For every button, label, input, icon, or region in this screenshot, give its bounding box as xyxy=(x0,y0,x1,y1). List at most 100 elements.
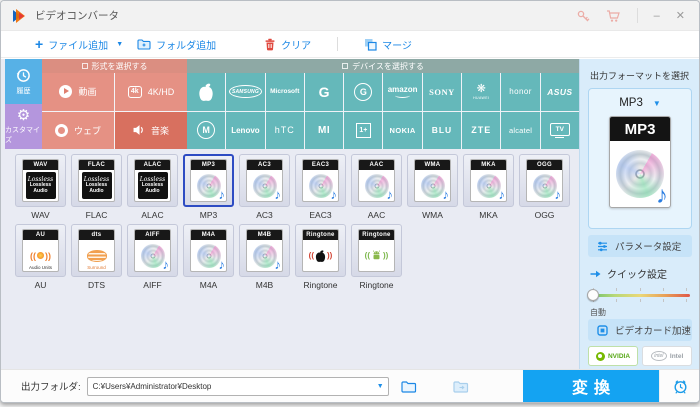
apple-ringtone-icon: (()) xyxy=(308,249,333,262)
format-card-m4a[interactable]: M4A ♪ M4A xyxy=(183,224,234,290)
slider-track[interactable] xyxy=(590,294,690,297)
device-tile-microsoft[interactable]: Microsoft xyxy=(265,73,304,111)
device-tile-nokia[interactable]: NOKIA xyxy=(383,111,422,149)
format-card-label: WAV xyxy=(31,210,50,220)
section-square-icon xyxy=(81,63,88,69)
device-tile-google[interactable]: G xyxy=(304,73,344,111)
gpu-acceleration-button[interactable]: ビデオカード加速 xyxy=(588,319,692,341)
format-card-label: Ringtone xyxy=(359,280,394,290)
nvidia-button[interactable]: NVIDIA xyxy=(588,346,638,366)
device-tile-tv[interactable]: TV xyxy=(540,111,579,149)
path-dropdown-caret-icon[interactable]: ▼ xyxy=(377,383,384,390)
format-card-aiff[interactable]: AIFF ♪ AIFF xyxy=(127,224,178,290)
output-format-dropdown[interactable]: MP3 ▼ MP3 ♪ xyxy=(588,88,692,229)
schedule-button[interactable] xyxy=(659,370,699,402)
gpu-brand-buttons: NVIDIA intel Intel xyxy=(588,346,692,366)
chevron-down-icon[interactable]: ▼ xyxy=(653,99,661,108)
output-folder-label: 出力フォルダ: xyxy=(21,382,81,393)
device-tile-apple[interactable] xyxy=(187,73,226,111)
device-tile-lenovo[interactable]: Lenovo xyxy=(226,111,265,149)
device-grid: SAMSUNG Microsoft G Gamazon SONY ❋ HUAWEI honor… xyxy=(187,73,579,149)
device-tile-alcatel[interactable]: alcatel xyxy=(501,111,540,149)
format-card-mka[interactable]: MKA ♪ MKA xyxy=(463,154,514,220)
tab-music[interactable]: 音楽 xyxy=(115,111,187,149)
format-card-label: WMA xyxy=(422,210,443,220)
format-card-wav[interactable]: WAV Lossless Lossless Audio WAV xyxy=(15,154,66,220)
format-card-ringtone[interactable]: Ringtone(()) Ringtone xyxy=(295,224,346,290)
shop-cart-icon[interactable] xyxy=(606,9,621,23)
music-note-icon: ♪ xyxy=(656,182,668,208)
sony-logo: SONY xyxy=(429,86,455,97)
device-section-header: デバイスを選択する xyxy=(187,59,579,73)
trash-icon xyxy=(265,38,275,50)
browse-folder-icon[interactable] xyxy=(401,380,417,393)
asus-logo: ASUS xyxy=(547,86,573,97)
format-card-mp3[interactable]: MP3 ♪ MP3 xyxy=(183,154,234,220)
output-path-combobox[interactable]: ▼ xyxy=(86,376,389,396)
gpu-chip-icon xyxy=(597,324,608,336)
format-card-ogg[interactable]: OGG ♪ OGG xyxy=(519,154,570,220)
close-button[interactable]: ✕ xyxy=(676,9,685,22)
format-card-label: FLAC xyxy=(85,210,108,220)
convert-button[interactable]: 変換 xyxy=(523,370,659,402)
device-tile-honor[interactable]: honor xyxy=(501,73,540,111)
alcatel-logo: alcatel xyxy=(508,125,533,135)
device-tile-amazon[interactable]: amazon xyxy=(383,73,422,111)
quick-settings-button[interactable]: クイック設定 xyxy=(590,266,667,281)
device-tile-motorola[interactable]: M xyxy=(187,111,226,149)
add-file-button[interactable]: + ファイル追加 xyxy=(35,37,108,52)
device-tile-oneplus[interactable]: 1+ xyxy=(344,111,383,149)
format-card-dts[interactable]: dts Surround DTS xyxy=(71,224,122,290)
add-folder-button[interactable]: フォルダ追加 xyxy=(137,37,216,52)
device-tile-htc[interactable]: hTC xyxy=(265,111,304,149)
device-tile-xiaomi[interactable]: MI xyxy=(304,111,344,149)
sidebar-item-history[interactable]: 履歴 xyxy=(5,59,42,104)
htc-logo: hTC xyxy=(274,125,295,136)
format-card-label: ALAC xyxy=(141,210,164,220)
slider-thumb[interactable] xyxy=(587,289,599,301)
register-key-icon[interactable] xyxy=(576,9,590,23)
format-card-label: M4A xyxy=(199,280,218,290)
device-tile-asus[interactable]: ASUS xyxy=(540,73,579,111)
format-card-row-1: WAV Lossless Lossless Audio WAV FLAC Lossless L… xyxy=(15,154,570,220)
audio-units-icon: (()) xyxy=(30,250,51,261)
honor-logo: honor xyxy=(509,87,532,97)
format-card-wma[interactable]: WMA ♪ WMA xyxy=(407,154,458,220)
intel-button[interactable]: intel Intel xyxy=(642,346,692,366)
format-card-alac[interactable]: ALAC Lossless Lossless Audio ALAC xyxy=(127,154,178,220)
app-window: ビデオコンバータ – ✕ + ファイル追加 ▼ フォルダ追加 クリア マージ 履… xyxy=(0,0,700,403)
device-tile-samsung[interactable]: SAMSUNG xyxy=(226,73,265,111)
open-output-folder-icon[interactable] xyxy=(453,380,469,393)
clear-button[interactable]: クリア xyxy=(264,37,311,52)
format-card-eac3[interactable]: EAC3 ♪ EAC3 xyxy=(295,154,346,220)
minimize-button[interactable]: – xyxy=(654,10,660,22)
device-tile-zte[interactable]: ZTE xyxy=(462,111,501,149)
add-file-dropdown-caret-icon[interactable]: ▼ xyxy=(116,41,123,48)
sidebar-item-customize[interactable]: ⚙ カスタマイズ xyxy=(5,104,42,149)
amazon-smile-icon xyxy=(395,93,411,99)
cd-disc-icon xyxy=(252,173,277,198)
tab-video[interactable]: 動画 xyxy=(42,73,114,111)
play-icon xyxy=(59,85,73,99)
format-card-m4b[interactable]: M4B ♪ M4B xyxy=(239,224,290,290)
device-tile-huawei[interactable]: ❋ HUAWEI xyxy=(462,73,501,111)
device-tile-blu[interactable]: BLU xyxy=(422,111,462,149)
device-tile-sony[interactable]: SONY xyxy=(422,73,462,111)
format-card-ac3[interactable]: AC3 ♪ AC3 xyxy=(239,154,290,220)
format-card-ringtone[interactable]: Ringtone(()) Ringtone xyxy=(351,224,402,290)
tab-web[interactable]: ウェブ xyxy=(42,111,114,149)
blu-logo: BLU xyxy=(431,125,453,136)
music-note-icon: ♪ xyxy=(498,187,506,202)
format-card-flac[interactable]: FLAC Lossless Lossless Audio FLAC xyxy=(71,154,122,220)
parameter-settings-button[interactable]: パラメータ設定 xyxy=(588,235,692,257)
format-card-au[interactable]: AU(()) Audio Units AU xyxy=(15,224,66,290)
quality-slider[interactable] xyxy=(587,288,690,303)
merge-button[interactable]: マージ xyxy=(364,37,412,52)
output-path-input[interactable] xyxy=(87,381,388,391)
app-title: ビデオコンバータ xyxy=(35,10,119,22)
tab-4khd[interactable]: 4k 4K/HD xyxy=(115,73,187,111)
format-card-aac[interactable]: AAC ♪ AAC xyxy=(351,154,402,220)
nvidia-eye-icon xyxy=(595,351,605,361)
arrow-right-icon xyxy=(590,270,601,277)
device-tile-lg[interactable]: G xyxy=(344,73,383,111)
